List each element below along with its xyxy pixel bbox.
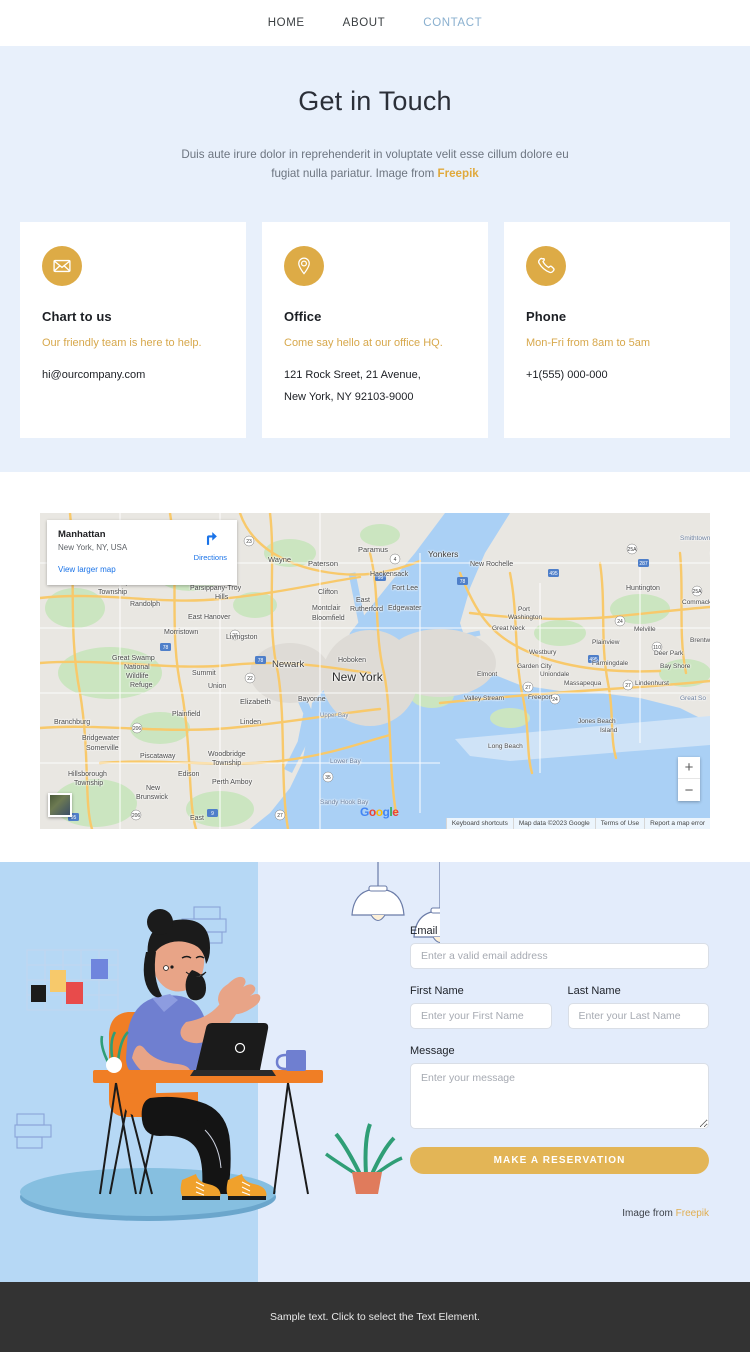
footer-sample-text[interactable]: Sample text. Click to select the Text El… xyxy=(270,1311,480,1323)
message-group: Message xyxy=(410,1045,709,1134)
svg-text:206: 206 xyxy=(133,726,142,732)
contact-cards: Chart to us Our friendly team is here to… xyxy=(20,222,730,438)
hero-subtitle-line2: fugiat nulla pariatur. Image from xyxy=(271,167,438,180)
svg-text:95: 95 xyxy=(378,575,384,581)
svg-text:24: 24 xyxy=(552,697,558,703)
card-tagline: Mon-Fri from 8am to 5am xyxy=(526,337,651,349)
nav-item-about[interactable]: ABOUT xyxy=(343,17,386,29)
svg-text:24: 24 xyxy=(617,619,623,625)
freepik-link-hero[interactable]: Freepik xyxy=(438,167,479,180)
card-tagline: Our friendly team is here to help. xyxy=(42,337,202,349)
map-info-card[interactable]: Manhattan New York, NY, USA View larger … xyxy=(47,520,237,585)
svg-text:4: 4 xyxy=(394,557,397,563)
message-field[interactable] xyxy=(410,1063,709,1129)
name-fields-row: First Name Last Name xyxy=(410,985,709,1029)
last-name-group: Last Name xyxy=(567,985,709,1029)
image-credit: Image from Freepik xyxy=(410,1208,709,1219)
zoom-in-button[interactable]: + xyxy=(678,757,700,779)
svg-text:25A: 25A xyxy=(693,589,703,595)
svg-text:25A: 25A xyxy=(628,547,638,553)
first-name-label: First Name xyxy=(410,985,464,997)
email-field[interactable] xyxy=(410,943,709,969)
map-pin-icon xyxy=(284,246,324,286)
card-detail-line-1: hi@ourcompany.com xyxy=(42,369,146,381)
zoom-out-button[interactable]: − xyxy=(678,779,700,801)
keyboard-shortcuts-link[interactable]: Keyboard shortcuts xyxy=(445,818,513,829)
last-name-label: Last Name xyxy=(567,985,621,997)
contact-page: HOME ABOUT CONTACT Get in Touch Duis aut… xyxy=(0,0,750,1352)
nav-item-home[interactable]: HOME xyxy=(268,17,305,29)
make-reservation-button[interactable]: MAKE A RESERVATION xyxy=(410,1147,709,1174)
svg-text:23: 23 xyxy=(246,539,252,545)
google-logo: Google xyxy=(360,805,399,819)
phone-icon xyxy=(526,246,566,286)
image-credit-text: Image from xyxy=(622,1208,676,1219)
directions-label: Directions xyxy=(193,553,227,562)
svg-text:495: 495 xyxy=(589,657,598,663)
reservation-form: Email First Name Last Name Message MAKE … xyxy=(410,925,709,1219)
first-name-group: First Name xyxy=(410,985,552,1029)
svg-text:287: 287 xyxy=(639,561,648,567)
svg-text:78: 78 xyxy=(163,645,169,651)
svg-text:27: 27 xyxy=(525,685,531,691)
hero-section: Get in Touch Duis aute irure dolor in re… xyxy=(0,46,750,472)
terms-of-use-link[interactable]: Terms of Use xyxy=(594,818,644,829)
hero-subtitle-line1: Duis aute irure dolor in reprehenderit i… xyxy=(181,148,569,161)
svg-text:22: 22 xyxy=(247,676,253,682)
main-navigation: HOME ABOUT CONTACT xyxy=(0,0,750,46)
workspace-illustration xyxy=(14,862,440,1221)
freepik-link-form[interactable]: Freepik xyxy=(676,1208,709,1219)
message-label: Message xyxy=(410,1045,455,1057)
svg-text:495: 495 xyxy=(549,571,558,577)
card-tagline: Come say hello at our office HQ. xyxy=(284,337,443,349)
report-map-error-link[interactable]: Report a map error xyxy=(644,818,710,829)
contact-card-office: Office Come say hello at our office HQ. … xyxy=(262,222,488,438)
card-title: Office xyxy=(284,309,322,324)
map-attribution-bar: Keyboard shortcuts Map data ©2023 Google… xyxy=(445,818,710,829)
svg-text:27: 27 xyxy=(625,683,631,689)
svg-text:78: 78 xyxy=(460,579,466,585)
svg-text:78: 78 xyxy=(258,658,264,664)
view-larger-map-link[interactable]: View larger map xyxy=(58,565,116,574)
svg-text:27: 27 xyxy=(277,813,283,819)
map-data-label: Map data ©2023 Google xyxy=(512,818,595,829)
map-zoom-controls: + − xyxy=(678,757,700,801)
contact-card-email: Chart to us Our friendly team is here to… xyxy=(20,222,246,438)
card-detail-line-1: 121 Rock Sreet, 21 Avenue, xyxy=(284,369,421,381)
map-section: 95 78 495 287 495 78 78 9 95 23 25A 4 25… xyxy=(0,472,750,862)
card-detail-line-1: +1(555) 000-000 xyxy=(526,369,608,381)
page-footer: Sample text. Click to select the Text El… xyxy=(0,1282,750,1352)
hero-subtitle: Duis aute irure dolor in reprehenderit i… xyxy=(175,145,575,183)
svg-text:206: 206 xyxy=(132,813,141,819)
svg-text:9: 9 xyxy=(211,811,214,817)
nav-item-contact[interactable]: CONTACT xyxy=(423,17,482,29)
card-title: Chart to us xyxy=(42,309,112,324)
card-detail-line-2: New York, NY 92103-9000 xyxy=(284,391,414,403)
email-label: Email xyxy=(410,925,438,937)
svg-text:24: 24 xyxy=(232,633,238,639)
directions-icon xyxy=(206,532,217,545)
google-map[interactable]: 95 78 495 287 495 78 78 9 95 23 25A 4 25… xyxy=(40,513,710,829)
page-title: Get in Touch xyxy=(298,86,452,116)
last-name-field[interactable] xyxy=(567,1003,709,1029)
svg-text:35: 35 xyxy=(325,775,331,781)
card-title: Phone xyxy=(526,309,567,324)
satellite-view-toggle[interactable] xyxy=(48,793,72,817)
svg-text:110: 110 xyxy=(653,645,661,651)
contact-card-phone: Phone Mon-Fri from 8am to 5am +1(555) 00… xyxy=(504,222,730,438)
envelope-icon xyxy=(42,246,82,286)
directions-button[interactable]: Directions xyxy=(194,530,227,562)
first-name-field[interactable] xyxy=(410,1003,552,1029)
contact-form-section: Email First Name Last Name Message MAKE … xyxy=(0,862,750,1282)
